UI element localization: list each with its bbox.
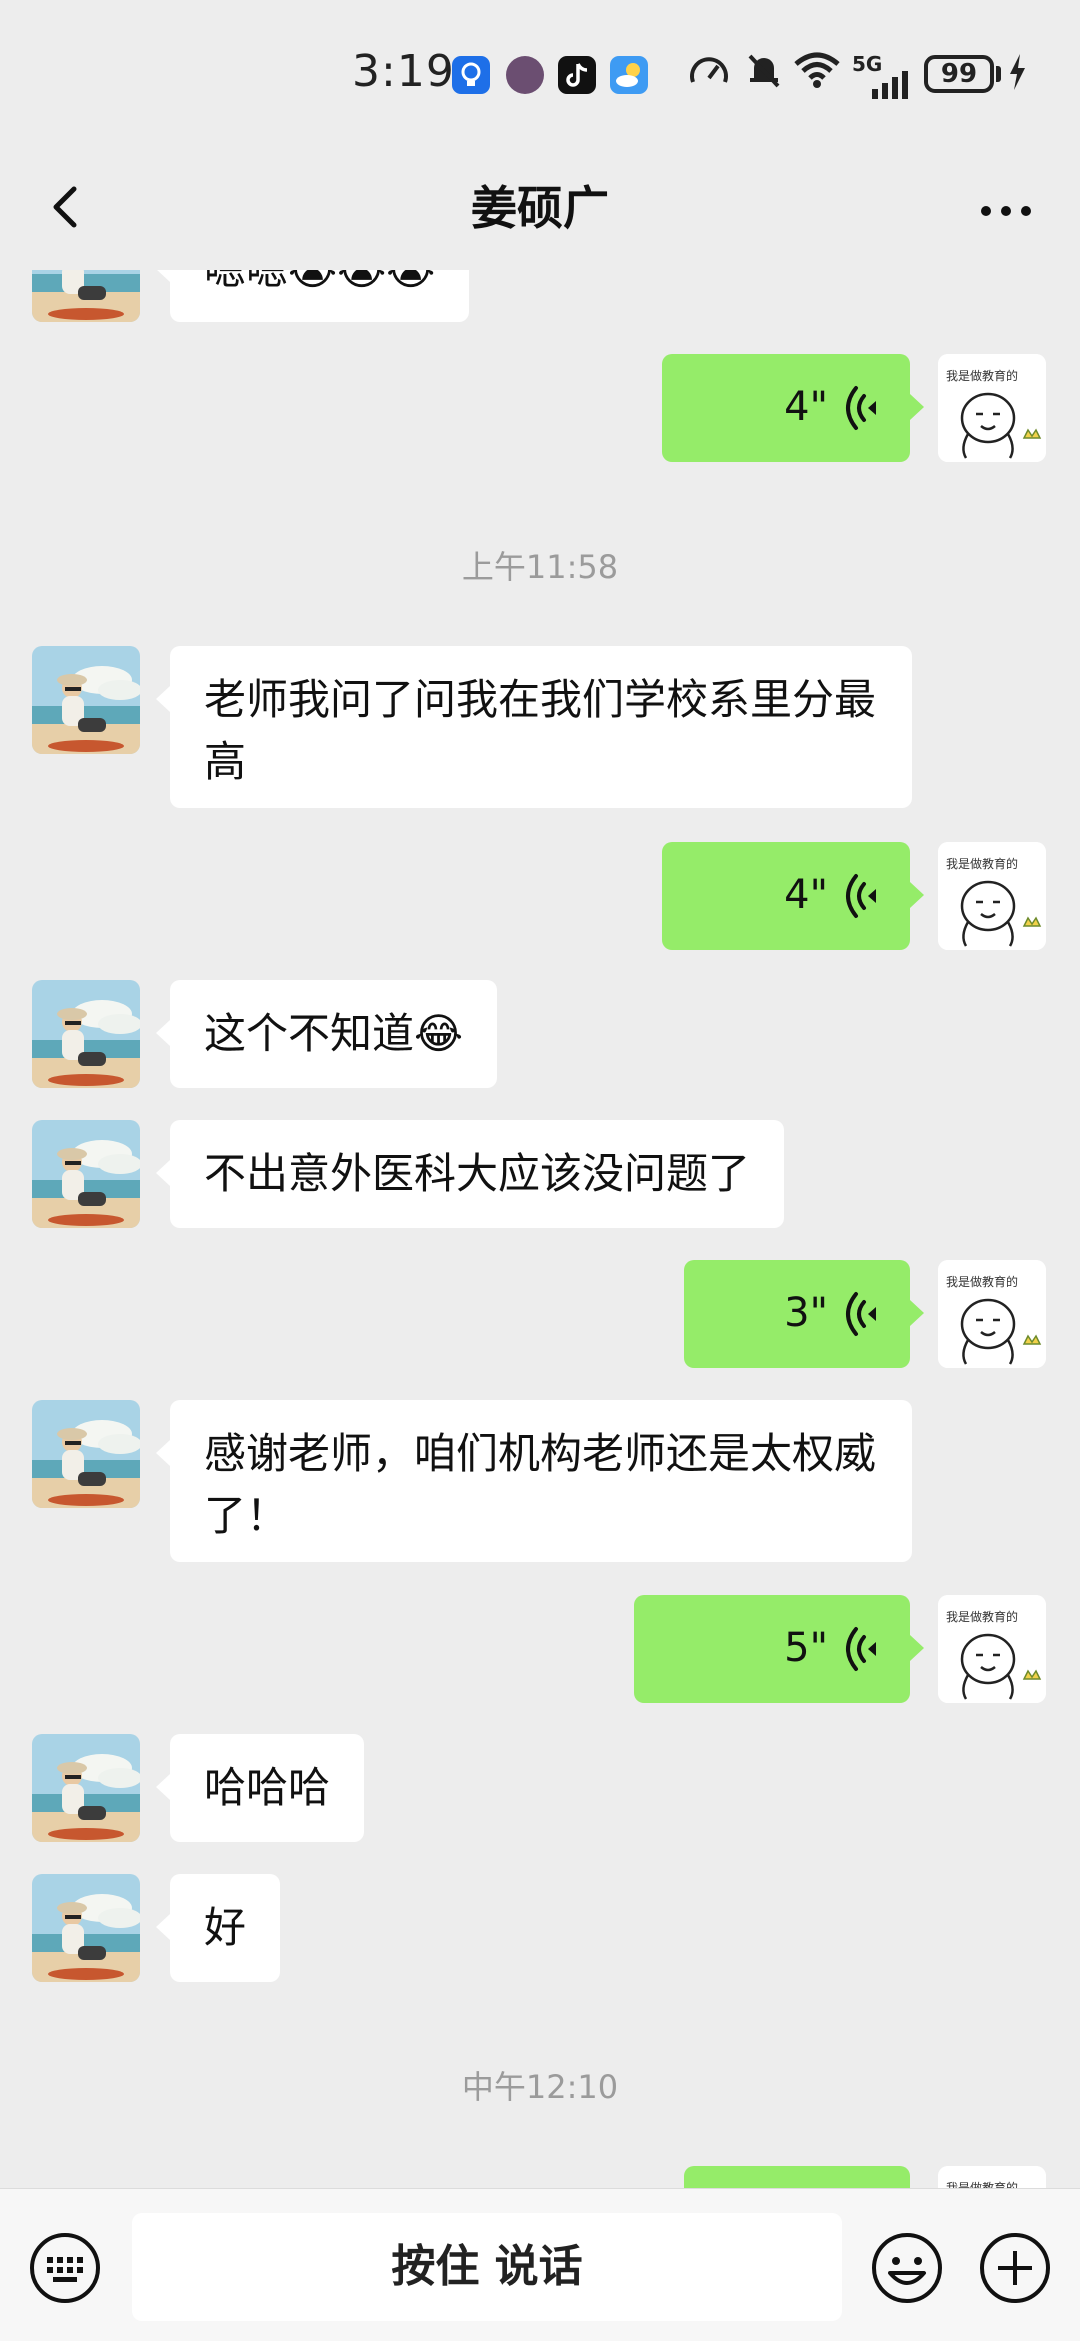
voice-message-bubble[interactable]: 5" — [634, 1595, 924, 1703]
chat-title: 姜硕广 — [471, 181, 609, 235]
emoji-icon[interactable] — [870, 2231, 944, 2305]
bulb-app-icon — [452, 56, 490, 94]
message-text: 老师我问了问我在我们学校系里分最高 — [204, 675, 877, 786]
contact-avatar[interactable] — [32, 646, 140, 754]
my-avatar[interactable] — [938, 842, 1046, 950]
voice-icon — [838, 382, 888, 434]
voice-message-bubble[interactable]: 4" — [662, 842, 924, 950]
message-bubble-incoming[interactable]: 好 — [155, 1874, 281, 1982]
mute-bell-icon — [744, 50, 784, 99]
contact-avatar[interactable] — [32, 1120, 140, 1228]
message-bubble-incoming[interactable]: 嗯嗯😭😭😭 — [155, 270, 470, 322]
contact-avatar[interactable] — [32, 270, 140, 322]
status-bar: 3:19 5G 99 — [0, 0, 1080, 150]
message-text: 哈哈哈 — [204, 1763, 331, 1812]
message-text: 嗯嗯😭😭😭 — [204, 270, 435, 294]
battery-level: 99 — [924, 55, 994, 93]
tiktok-app-icon — [558, 56, 596, 94]
keyboard-icon[interactable] — [28, 2231, 102, 2305]
voice-message-bubble[interactable]: 3" — [684, 1260, 924, 1368]
voice-icon — [838, 1623, 888, 1675]
message-text: 好 — [204, 1903, 247, 1952]
plus-icon[interactable] — [978, 2231, 1052, 2305]
hold-to-talk-button[interactable]: 按住 说话 — [132, 2213, 842, 2321]
voice-duration: 5" — [784, 1625, 828, 1671]
message-list[interactable]: 嗯嗯😭😭😭 4" 上午11:58 老师我问了问我在我们学校系里分最高 4" 这个… — [0, 270, 1080, 2188]
my-avatar[interactable] — [938, 1595, 1046, 1703]
message-bubble-incoming[interactable]: 这个不知道😂 — [155, 980, 498, 1088]
voice-icon — [838, 1288, 888, 1340]
voice-duration: 3" — [784, 1290, 828, 1336]
contact-avatar[interactable] — [32, 1400, 140, 1508]
voice-message-bubble[interactable]: 4" — [662, 354, 924, 462]
weather-app-icon — [610, 56, 648, 94]
voice-duration: 4" — [784, 384, 828, 430]
contact-avatar[interactable] — [32, 1734, 140, 1842]
message-timestamp: 上午11:58 — [461, 548, 619, 586]
chat-header: 姜硕广 — [0, 150, 1080, 270]
battery-tip — [996, 66, 1001, 82]
my-avatar[interactable] — [938, 354, 1046, 462]
status-time: 3:19 — [352, 46, 455, 97]
contact-avatar[interactable] — [32, 980, 140, 1088]
more-icon[interactable] — [970, 177, 1050, 237]
message-bubble-incoming[interactable]: 不出意外医科大应该没问题了 — [155, 1120, 785, 1228]
voice-duration: 4" — [784, 872, 828, 918]
speedometer-icon — [688, 50, 730, 99]
message-text: 感谢老师，咱们机构老师还是太权威了！ — [204, 1429, 877, 1540]
signal-icon — [852, 68, 908, 108]
charging-icon — [1006, 52, 1028, 101]
my-avatar[interactable] — [938, 1260, 1046, 1368]
avatar-app-icon — [506, 56, 544, 94]
message-bubble-incoming[interactable]: 哈哈哈 — [155, 1734, 365, 1842]
message-text: 不出意外医科大应该没问题了 — [204, 1149, 751, 1198]
message-timestamp: 中午12:10 — [461, 2068, 619, 2106]
contact-avatar[interactable] — [32, 1874, 140, 1982]
message-text: 这个不知道😂 — [204, 1009, 464, 1058]
input-bar: 按住 说话 — [0, 2188, 1080, 2341]
message-bubble-incoming[interactable]: 老师我问了问我在我们学校系里分最高 — [156, 646, 912, 808]
wifi-icon — [792, 50, 842, 99]
my-avatar[interactable] — [938, 2166, 1046, 2188]
voice-icon — [838, 870, 888, 922]
voice-message-bubble[interactable] — [684, 2166, 910, 2188]
message-bubble-incoming[interactable]: 感谢老师，咱们机构老师还是太权威了！ — [156, 1400, 912, 1562]
